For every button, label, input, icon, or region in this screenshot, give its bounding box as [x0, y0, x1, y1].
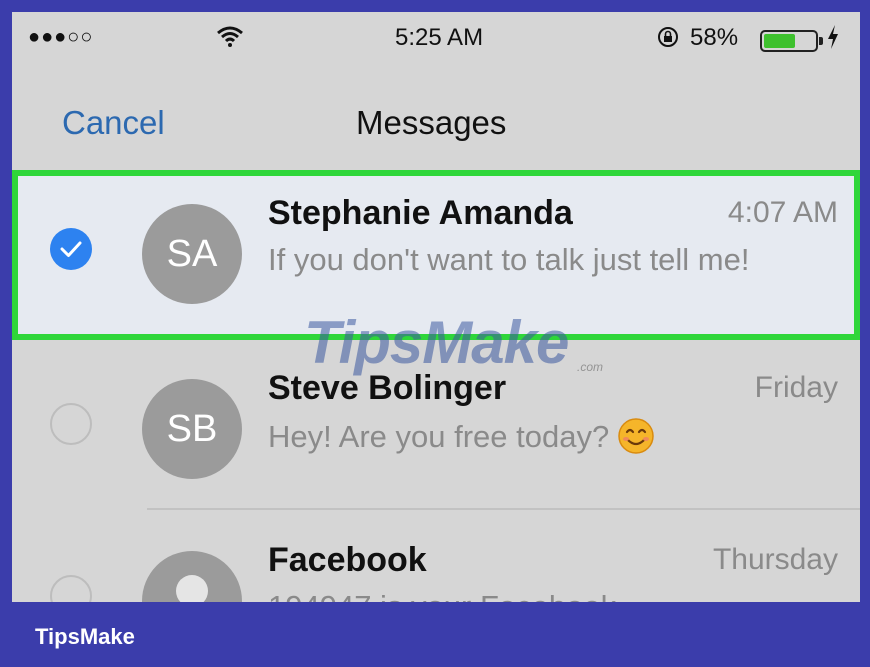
- avatar: SA: [142, 204, 242, 304]
- checkmark-icon: [60, 241, 82, 257]
- charging-bolt-icon: [828, 25, 838, 49]
- message-preview: Hey! Are you free today?: [268, 417, 655, 455]
- battery-icon: [760, 30, 823, 52]
- selection-checkbox[interactable]: [50, 575, 92, 602]
- watermark-domain: .com: [577, 360, 604, 374]
- navigation-bar: Cancel Messages: [12, 80, 860, 156]
- message-time: Thursday: [712, 543, 838, 576]
- cancel-button[interactable]: Cancel: [62, 104, 165, 142]
- message-preview: If you don't want to talk just tell me!: [268, 242, 750, 277]
- message-time: Friday: [754, 371, 838, 404]
- watermark-logo: TipsMake: [304, 309, 569, 376]
- battery-nub: [819, 37, 823, 45]
- status-time: 5:25 AM: [395, 24, 484, 51]
- selection-checkbox[interactable]: [50, 403, 92, 445]
- footer-brand: TipsMake: [35, 624, 135, 649]
- status-bar: ●●●○○ 5:25 AM 58%: [12, 12, 860, 64]
- person-silhouette-icon: [176, 575, 208, 602]
- contact-name: Facebook: [268, 541, 427, 579]
- battery-percentage: 58%: [690, 24, 739, 51]
- wifi-icon: [217, 26, 243, 47]
- orientation-lock-icon: [658, 27, 678, 47]
- footer-bar: TipsMake: [0, 602, 870, 667]
- avatar: SB: [142, 379, 242, 479]
- row-divider: [147, 508, 860, 510]
- avatar: [142, 551, 242, 602]
- message-preview-text: Hey! Are you free today?: [268, 419, 610, 454]
- smiling-face-emoji-icon: [618, 418, 654, 454]
- phone-screen: ●●●○○ 5:25 AM 58% Cancel Messages SA Ste…: [12, 12, 860, 602]
- signal-strength: ●●●○○: [28, 26, 94, 48]
- message-preview: 194947 is your Facebook: [268, 589, 616, 602]
- selection-checkbox[interactable]: [50, 228, 92, 270]
- page-title: Messages: [356, 104, 507, 141]
- message-time: 4:07 AM: [727, 196, 838, 229]
- battery-level-fill: [764, 34, 796, 48]
- conversation-row[interactable]: Facebook Thursday 194947 is your Faceboo…: [12, 517, 860, 602]
- contact-name: Stephanie Amanda: [268, 194, 573, 232]
